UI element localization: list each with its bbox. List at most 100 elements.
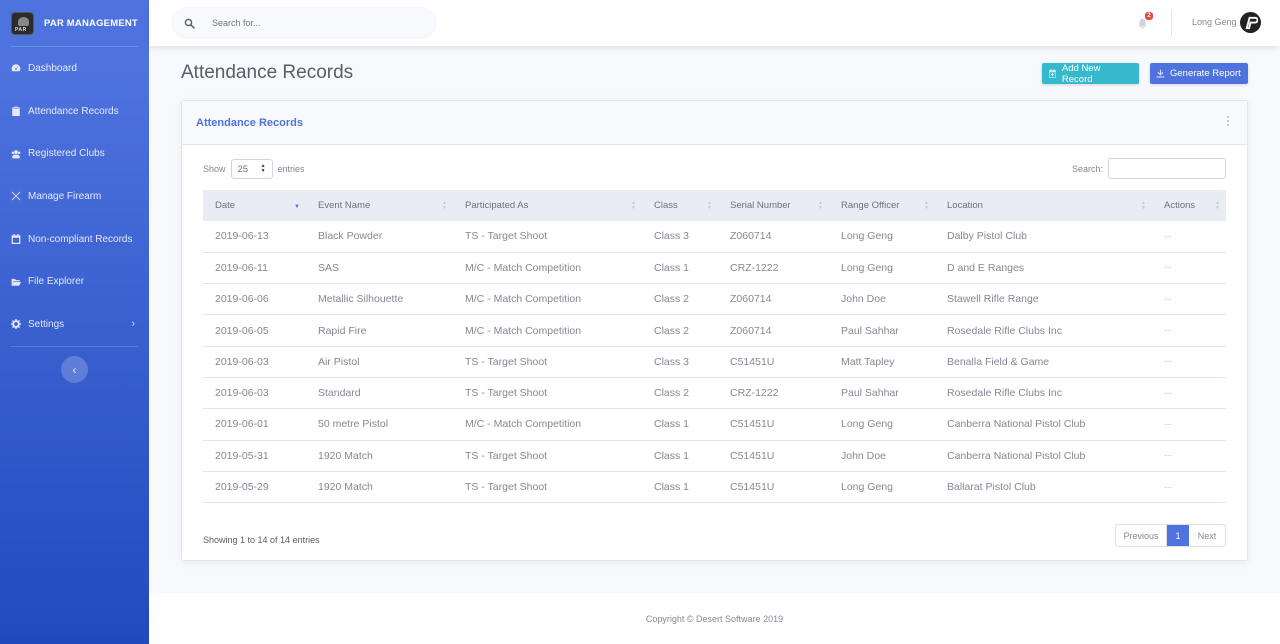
brand-logo-text: PAR xyxy=(15,26,27,33)
serial-number-cell: C51451U xyxy=(730,418,775,431)
table-row: 2019-06-13 Black Powder TS - Target Shoot C… xyxy=(203,221,1226,253)
participated-as-cell: TS - Target Shoot xyxy=(465,387,548,400)
table-row: 2019-06-03 Standard TS - Target Shoot Class… xyxy=(203,377,1226,409)
page-length-value: 25 xyxy=(237,163,249,175)
event-name-cell: 1920 Match xyxy=(318,449,373,462)
location-cell: Stawell Rifle Range xyxy=(947,293,1039,306)
column-header-actions[interactable]: Actions ▲ ▼ xyxy=(1152,190,1226,221)
actions-cell[interactable]: ··· xyxy=(1152,377,1226,408)
card-header: Attendance Records xyxy=(182,101,1247,145)
sidebar-item-dashboard[interactable]: Dashboard xyxy=(0,47,149,90)
column-header-class[interactable]: Class ▲ ▼ xyxy=(642,190,718,221)
sort-icon: ▲ ▼ xyxy=(442,199,447,211)
range-officer-cell: Long Geng xyxy=(841,261,893,274)
sort-desc-icon: ▼ xyxy=(294,204,300,210)
actions-cell[interactable]: ··· xyxy=(1152,440,1226,471)
date-cell: 2019-06-06 xyxy=(215,293,269,306)
page-length-select[interactable]: 25 ▲ ▼ xyxy=(230,159,273,179)
participated-as-cell: TS - Target Shoot xyxy=(465,481,548,494)
pagination-previous[interactable]: Previous xyxy=(1116,525,1167,546)
location-cell: Benalla Field & Game xyxy=(947,355,1050,368)
sidebar-item-manage-firearm[interactable]: Manage Firearm xyxy=(0,175,149,218)
range-officer-cell: Paul Sahhar xyxy=(841,387,899,400)
class-cell: Class 1 xyxy=(654,418,690,431)
generate-report-button[interactable]: Generate Report xyxy=(1150,63,1248,84)
sidebar-item-settings[interactable]: Settings › xyxy=(0,303,149,346)
class-cell: Class 2 xyxy=(654,324,690,337)
participated-as-cell: TS - Target Shoot xyxy=(465,449,548,462)
sidebar-item-attendance-records[interactable]: Attendance Records xyxy=(0,90,149,133)
copyright-text: Copyright © Desert Software 2019 xyxy=(645,613,784,624)
search-icon[interactable] xyxy=(173,18,205,29)
class-cell: Class 2 xyxy=(654,387,690,400)
avatar[interactable] xyxy=(1240,12,1261,33)
column-header-participated-as[interactable]: Participated As ▲ ▼ xyxy=(453,190,642,221)
attendance-records-card: Attendance Records Show 25 ▲ ▼ entries Se… xyxy=(181,100,1248,561)
generate-report-label: Generate Report xyxy=(1170,68,1241,79)
more-vertical-icon[interactable] xyxy=(1226,116,1230,126)
sort-icon: ▲ ▼ xyxy=(1141,199,1146,211)
date-cell: 2019-06-11 xyxy=(215,261,268,274)
actions-cell[interactable]: ··· xyxy=(1152,471,1226,502)
actions-cell[interactable]: ··· xyxy=(1152,221,1226,252)
table-header-row: Date ▼ Event Name ▲ ▼ Participated As ▲ ▼ Cla… xyxy=(203,190,1226,221)
actions-cell[interactable]: ··· xyxy=(1152,346,1226,377)
search-input[interactable] xyxy=(212,18,412,28)
sidebar-item-file-explorer[interactable]: File Explorer xyxy=(0,260,149,303)
column-header-range-officer[interactable]: Range Officer ▲ ▼ xyxy=(829,190,935,221)
sidebar-item-registered-clubs[interactable]: Registered Clubs xyxy=(0,132,149,175)
pagination-page-1[interactable]: 1 xyxy=(1167,525,1189,546)
user-name[interactable]: Long Geng xyxy=(1192,17,1237,27)
brand[interactable]: PAR PAR MANAGEMENT xyxy=(0,0,149,46)
sidebar-item-non-compliant-records[interactable]: Non-compliant Records xyxy=(0,218,149,261)
add-new-record-button[interactable]: Add New Record xyxy=(1042,63,1139,85)
sort-icon: ▲ ▼ xyxy=(818,199,823,211)
sidebar-item-label: Manage Firearm xyxy=(28,190,102,202)
actions-cell[interactable]: ··· xyxy=(1152,284,1226,315)
actions-cell[interactable]: ··· xyxy=(1152,409,1226,440)
search-box xyxy=(171,7,437,39)
serial-number-cell: CRZ-1222 xyxy=(730,387,779,400)
date-cell: 2019-06-03 xyxy=(215,387,269,400)
location-cell: D and E Ranges xyxy=(947,261,1025,274)
chevron-right-icon: › xyxy=(131,318,135,331)
date-cell: 2019-06-05 xyxy=(215,324,269,337)
table-search: Search: xyxy=(1072,158,1226,179)
folder-open-icon xyxy=(11,277,21,287)
attendance-table: Date ▼ Event Name ▲ ▼ Participated As ▲ ▼ Cla… xyxy=(203,190,1226,503)
table-search-input[interactable] xyxy=(1108,158,1226,179)
users-icon xyxy=(11,149,21,159)
table-info: Showing 1 to 14 of 14 entries xyxy=(203,535,320,545)
column-header-serial-number[interactable]: Serial Number ▲ ▼ xyxy=(718,190,829,221)
pagination-next[interactable]: Next xyxy=(1189,525,1225,546)
column-header-date[interactable]: Date ▼ xyxy=(203,190,306,221)
sort-icon: ▲ ▼ xyxy=(707,199,712,211)
table-row: 2019-06-11 SAS M/C - Match Competition Clas… xyxy=(203,252,1226,284)
participated-as-cell: M/C - Match Competition xyxy=(465,261,582,274)
date-cell: 2019-06-03 xyxy=(215,355,269,368)
sidebar-toggle-button[interactable]: ‹ xyxy=(61,356,88,383)
column-header-location[interactable]: Location ▲ ▼ xyxy=(935,190,1152,221)
serial-number-cell: Z060714 xyxy=(730,230,772,243)
date-cell: 2019-05-29 xyxy=(215,481,269,494)
brand-name: PAR MANAGEMENT xyxy=(44,17,138,29)
event-name-cell: SAS xyxy=(318,261,340,274)
actions-cell[interactable]: ··· xyxy=(1152,252,1226,283)
sidebar-item-label: File Explorer xyxy=(28,276,85,288)
class-cell: Class 1 xyxy=(654,261,690,274)
card-title: Attendance Records xyxy=(196,116,303,129)
clipboard-icon xyxy=(11,106,21,117)
actions-cell[interactable]: ··· xyxy=(1152,315,1226,346)
class-cell: Class 3 xyxy=(654,355,690,368)
calendar-plus-icon xyxy=(1049,69,1056,78)
alerts-button[interactable]: 2 xyxy=(1137,12,1153,30)
range-officer-cell: Long Geng xyxy=(841,481,893,494)
topbar-divider xyxy=(1171,10,1172,36)
show-label: Show xyxy=(203,164,226,174)
range-officer-cell: John Doe xyxy=(841,449,886,462)
serial-number-cell: C51451U xyxy=(730,355,775,368)
participated-as-cell: M/C - Match Competition xyxy=(465,293,582,306)
sidebar-divider xyxy=(11,345,138,347)
sort-icon: ▲ ▼ xyxy=(1215,199,1220,211)
column-header-event-name[interactable]: Event Name ▲ ▼ xyxy=(306,190,453,221)
